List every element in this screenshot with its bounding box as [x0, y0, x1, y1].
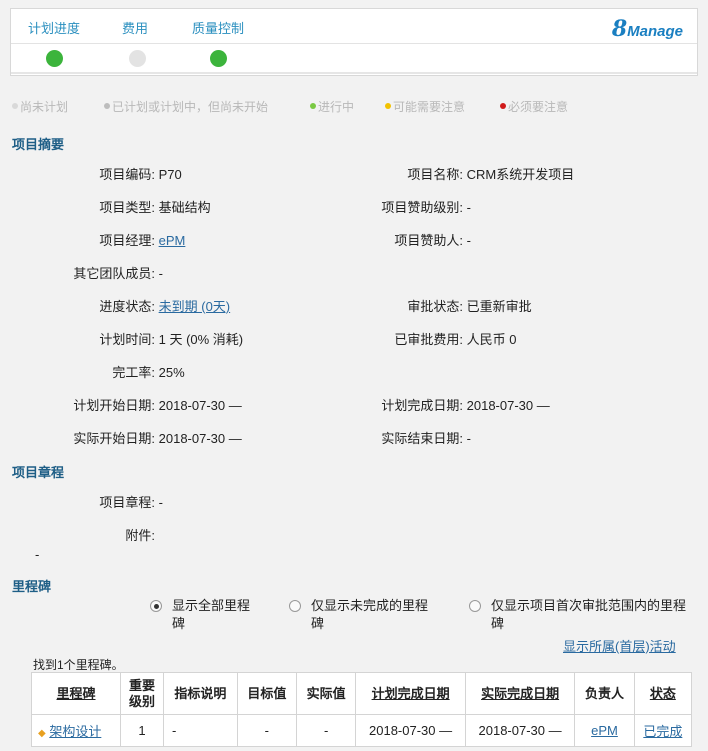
charter-trailing-value: -: [35, 547, 40, 562]
status-link[interactable]: 已完成: [643, 724, 682, 739]
table-row: ◆ 架构设计 1 - - - 2018-07-30 — 2018-07-30 —…: [30, 714, 693, 747]
legend-label: 进行中: [318, 100, 355, 114]
section-title-charter: 项目章程: [12, 465, 65, 480]
found-count-text: 找到1个里程碑。: [33, 658, 124, 672]
field-team-members: 其它团队成员: -: [73, 266, 163, 281]
legend-label: 已计划或计划中，但尚未开始: [112, 100, 269, 114]
field-actual-start-date: 实际开始日期: 2018-07-30 —: [73, 431, 242, 446]
importance-cell: 1: [120, 714, 164, 747]
field-project-charter: 项目章程: -: [99, 495, 163, 510]
tab-quality-control[interactable]: 质量控制: [192, 18, 244, 37]
radio-icon[interactable]: [289, 600, 301, 612]
col-header-owner: 负责人: [574, 672, 635, 715]
tab-cost[interactable]: 费用: [122, 18, 148, 37]
field-project-type: 项目类型: 基础结构: [99, 200, 211, 215]
field-plan-start-date: 计划开始日期: 2018-07-30 —: [73, 398, 242, 413]
project-manager-link[interactable]: ePM: [159, 233, 186, 248]
field-sponsor: 项目赞助人: -: [394, 233, 471, 248]
field-progress-status: 进度状态: 未到期 (0天): [0, 296, 230, 315]
field-project-manager: 项目经理: ePM: [99, 233, 186, 248]
actual-end-cell: 2018-07-30 —: [464, 714, 576, 747]
col-header-plan-end[interactable]: 计划完成日期: [355, 672, 466, 715]
table-header-row: 里程碑 重要 级别 指标说明 目标值 实际值 计划完成日期 实际完成日期 负责人 …: [30, 672, 693, 715]
col-header-status[interactable]: 状态: [633, 672, 693, 715]
field-completion-rate: 完工率: 25%: [112, 365, 185, 380]
field-project-name: 项目名称: CRM系统开发项目: [407, 167, 575, 182]
field-plan-time: 计划时间: 1 天 (0% 消耗): [99, 332, 244, 347]
legend-bullet-icon: [104, 103, 110, 109]
legend-bullet-icon: [310, 103, 316, 109]
radio-icon[interactable]: [469, 600, 481, 612]
field-approval-status: 审批状态: 已重新审批: [407, 299, 532, 314]
indicator-cell: -: [162, 714, 238, 747]
field-sponsor-level: 项目赞助级别: -: [381, 200, 471, 215]
status-dot-quality: [210, 50, 227, 67]
field-project-code: 项目编码: P70: [99, 167, 182, 182]
owner-cell: ePM: [574, 714, 635, 747]
owner-link[interactable]: ePM: [591, 723, 618, 738]
diamond-icon: ◆: [38, 728, 46, 739]
show-parent-activities-link[interactable]: 显示所属(首层)活动: [563, 636, 676, 655]
section-title-summary: 项目摘要: [12, 137, 65, 152]
milestones-table: 里程碑 重要 级别 指标说明 目标值 实际值 计划完成日期 实际完成日期 负责人 …: [30, 672, 693, 747]
field-attachment: 附件:: [125, 528, 155, 543]
col-header-actual: 实际值: [295, 672, 357, 715]
legend-bullet-icon: [500, 103, 506, 109]
col-header-actual-end[interactable]: 实际完成日期: [464, 672, 576, 715]
divider: [11, 72, 697, 74]
tab-plan-progress[interactable]: 计划进度: [28, 18, 80, 37]
col-header-indicator: 指标说明: [162, 672, 238, 715]
status-dot-plan-progress: [46, 50, 63, 67]
radio-icon[interactable]: [150, 600, 162, 612]
progress-status-link[interactable]: 未到期 (0天): [159, 296, 231, 315]
section-title-milestones: 里程碑: [12, 579, 52, 594]
milestone-name-link[interactable]: 架构设计: [49, 724, 101, 739]
target-cell: -: [236, 714, 298, 747]
field-actual-end-date: 实际结束日期: -: [381, 431, 471, 446]
legend-bullet-icon: [12, 103, 18, 109]
actual-cell: -: [295, 714, 357, 747]
legend-label: 必须要注意: [508, 100, 569, 114]
col-header-target: 目标值: [236, 672, 298, 715]
legend-label: 可能需要注意: [393, 100, 466, 114]
col-header-milestone[interactable]: 里程碑: [30, 672, 122, 715]
col-header-importance: 重要 级别: [120, 672, 164, 715]
brand-logo: 8Manage: [611, 16, 683, 42]
legend-bullet-icon: [385, 103, 391, 109]
field-plan-end-date: 计划完成日期: 2018-07-30 —: [381, 398, 550, 413]
status-dot-cost: [129, 50, 146, 67]
milestone-name-cell: ◆ 架构设计: [30, 714, 122, 747]
plan-end-cell: 2018-07-30 —: [355, 714, 466, 747]
divider: [11, 43, 697, 44]
legend-label: 尚未计划: [20, 100, 69, 114]
status-panel: 计划进度 费用 质量控制 8Manage: [10, 8, 698, 76]
status-cell: 已完成: [633, 714, 693, 747]
field-approved-cost: 已审批费用: 人民币 0: [394, 332, 517, 347]
